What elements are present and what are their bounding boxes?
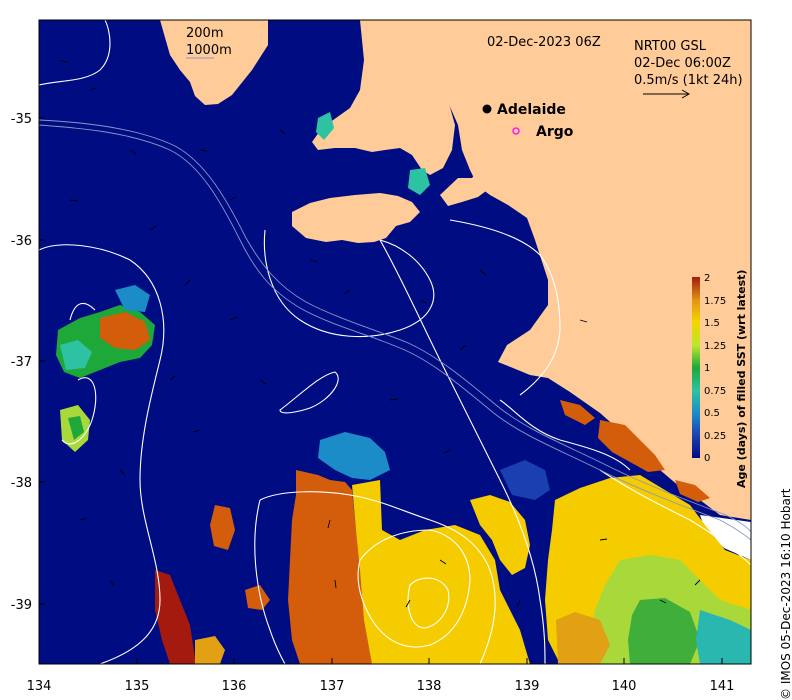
y-tick-label: -36 bbox=[11, 234, 32, 249]
x-tick-label: 135 bbox=[125, 679, 150, 694]
colorbar-tick: 0.25 bbox=[704, 431, 726, 442]
x-tick-label: 134 bbox=[27, 679, 52, 694]
colorbar bbox=[692, 277, 700, 458]
x-tick-label: 137 bbox=[320, 679, 345, 694]
sst-age-map: 134 135 136 137 138 139 140 141 -35 -36 … bbox=[11, 19, 752, 694]
map-title: 02-Dec-2023 06Z bbox=[487, 35, 601, 50]
colorbar-tick: 1.5 bbox=[704, 318, 720, 329]
y-tick-label: -38 bbox=[11, 476, 32, 491]
y-tick-label: -37 bbox=[11, 355, 32, 370]
product-line1: NRT00 GSL bbox=[634, 39, 707, 54]
colorbar-tick: 1.25 bbox=[704, 341, 726, 352]
colorbar-tick: 0 bbox=[704, 453, 710, 464]
isobath-legend-1000m: 1000m bbox=[186, 43, 232, 58]
adelaide-marker bbox=[482, 104, 492, 114]
colorbar-tick: 1.75 bbox=[704, 296, 726, 307]
x-tick-label: 140 bbox=[612, 679, 637, 694]
adelaide-label: Adelaide bbox=[497, 102, 566, 118]
colorbar-tick: 2 bbox=[704, 273, 710, 284]
colorbar-tick: 0.75 bbox=[704, 386, 726, 397]
y-tick-label: -39 bbox=[11, 598, 32, 613]
product-line3: 0.5m/s (1kt 24h) bbox=[634, 73, 743, 88]
isobath-legend-200m: 200m bbox=[186, 26, 223, 41]
credit-text: © IMOS 05-Dec-2023 16:10 Hobart bbox=[779, 488, 792, 700]
y-tick-label: -35 bbox=[11, 112, 32, 127]
colorbar-tick: 1 bbox=[704, 363, 710, 374]
x-tick-label: 141 bbox=[710, 679, 735, 694]
colorbar-tick: 0.5 bbox=[704, 408, 720, 419]
x-tick-label: 136 bbox=[222, 679, 247, 694]
colorbar-label: Age (days) of filled SST (wrt latest) bbox=[735, 270, 748, 488]
x-tick-label: 139 bbox=[515, 679, 540, 694]
argo-label: Argo bbox=[536, 124, 574, 140]
x-tick-label: 138 bbox=[417, 679, 442, 694]
product-line2: 02-Dec 06:00Z bbox=[634, 56, 731, 71]
